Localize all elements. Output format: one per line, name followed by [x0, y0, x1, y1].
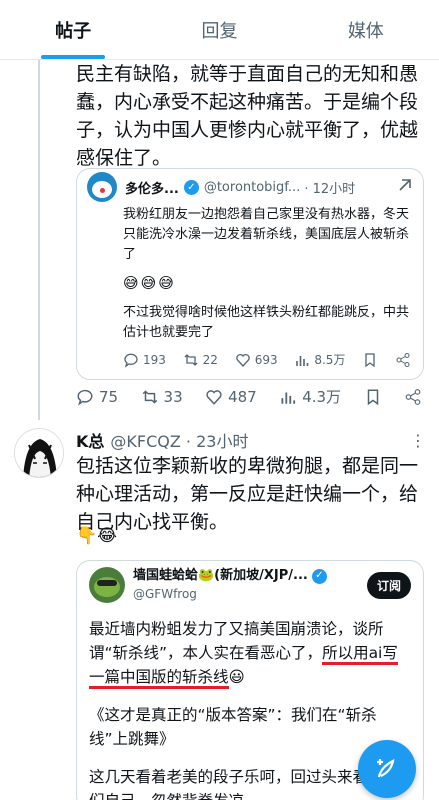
reply-button[interactable]: 193 — [123, 351, 166, 368]
views-button[interactable]: 8.5万 — [294, 351, 345, 368]
tab-replies[interactable]: 回复 — [146, 0, 292, 59]
compose-button[interactable] — [358, 740, 416, 798]
quoted-post-header: 多伦多... ✓ @torontobigf... · 12小时 — [77, 169, 423, 205]
tab-posts-label: 帖子 — [55, 20, 92, 42]
quoted-post-time: · 12小时 — [304, 181, 356, 197]
like-button[interactable]: 693 — [235, 351, 278, 368]
quoted-author-name[interactable]: 多伦多... — [125, 178, 179, 197]
heart-icon — [235, 353, 250, 367]
avatar-image — [15, 429, 63, 477]
quoted-author-name-text: 墙国蛙蛤蛤🐸(新加坡/XJP/... — [133, 568, 308, 583]
retweet-count: 22 — [202, 352, 218, 367]
views-icon — [296, 355, 309, 366]
profile-tabs: 帖子 回复 媒体 — [0, 0, 439, 60]
author-handle: @KFCQZ · 23小时 — [110, 432, 249, 451]
reply-icon — [77, 389, 93, 406]
quoted-post-text: 我粉红朋友一边抱怨着自己家里没有热水器，冬天只能洗冷水澡一边发着斩杀线，美国底层… — [123, 207, 410, 262]
like-count: 693 — [254, 352, 278, 367]
tab-media-label: 媒体 — [347, 20, 384, 42]
quoted-author-name[interactable]: 墙国蛙蛤蛤🐸(新加坡/XJP/... ✓ — [133, 567, 332, 585]
tab-posts[interactable]: 帖子 — [0, 0, 146, 59]
emoji: 😃 — [228, 668, 245, 686]
post-actions: 75 33 487 4.3万 — [76, 386, 422, 407]
tab-replies-label: 回复 — [201, 20, 238, 42]
avatar[interactable] — [87, 172, 117, 202]
bookmark-button[interactable] — [362, 351, 378, 368]
post-text: 包括这位李颖新收的卑微狗腿，都是同一种心理活动，第一反应是赶快编一个，给自己内心… — [76, 455, 419, 533]
like-count: 487 — [228, 387, 257, 406]
post-text: 民主有缺陷，就等于直面自己的无知和愚蠢，内心承受不起这种痛苦。于是编个段子，认为… — [76, 63, 419, 169]
quoted-author-handle: @GFWfrog — [133, 587, 197, 601]
thread-line — [38, 60, 40, 420]
share-button[interactable] — [395, 351, 411, 368]
quoted-post-text: 《这才是真正的“版本答案”：我们在“斩杀线”上跳舞》 — [89, 706, 377, 748]
verified-icon: ✓ — [311, 568, 327, 584]
heart-icon — [206, 389, 222, 405]
compose-icon — [377, 759, 395, 778]
views-icon — [281, 392, 296, 404]
share-button[interactable] — [404, 386, 422, 407]
emoji-row: 😅😅😅 — [123, 274, 176, 292]
bookmark-button[interactable] — [364, 386, 382, 407]
share-icon — [396, 352, 410, 367]
quoted-post-header: 墙国蛙蛤蛤🐸(新加坡/XJP/... ✓ @GFWfrog 订阅 — [77, 561, 423, 609]
reply-icon — [124, 353, 138, 368]
share-icon — [405, 388, 421, 405]
quoted-post-actions: 193 22 693 8.5万 — [77, 351, 423, 368]
views-count: 4.3万 — [302, 388, 342, 406]
reply-count: 193 — [143, 352, 166, 367]
emoji-row: 👇😂 — [76, 526, 118, 546]
retweet-icon — [184, 353, 198, 366]
reply-button[interactable]: 75 — [76, 386, 118, 407]
retweet-icon — [142, 389, 157, 404]
views-count: 8.5万 — [314, 353, 346, 367]
avatar[interactable] — [14, 428, 64, 478]
retweet-count: 33 — [163, 387, 183, 406]
quoted-post-text: 最近墙内粉蛆发力了又搞美国崩溃论，谈所谓“斩杀线”，本人实在看恶心了，所以用ai… — [89, 617, 411, 689]
tab-media[interactable]: 媒体 — [293, 0, 439, 59]
bookmark-icon — [365, 352, 375, 367]
grok-icon[interactable] — [397, 177, 413, 197]
quoted-author-handle: @torontobigf... — [203, 179, 301, 195]
retweet-button[interactable]: 33 — [141, 386, 183, 407]
quoted-post-text: 不过我觉得啥时候他这样铁头粉红都能跳反，中共估计也就要完了 — [123, 305, 410, 340]
post-header: K总 @KFCQZ · 23小时 ⋮ — [76, 428, 426, 452]
retweet-button[interactable]: 22 — [183, 351, 218, 368]
like-button[interactable]: 487 — [205, 386, 257, 407]
views-button[interactable]: 4.3万 — [279, 386, 341, 407]
author-name[interactable]: K总 — [76, 428, 104, 452]
reply-count: 75 — [99, 387, 119, 406]
more-options-icon[interactable]: ⋮ — [410, 431, 426, 450]
subscribe-button[interactable]: 订阅 — [366, 571, 411, 599]
bookmark-icon — [367, 389, 378, 405]
quoted-post[interactable]: 多伦多... ✓ @torontobigf... · 12小时 我粉红朋友一边抱… — [76, 168, 424, 380]
avatar[interactable] — [89, 567, 125, 603]
verified-icon: ✓ — [183, 179, 199, 195]
